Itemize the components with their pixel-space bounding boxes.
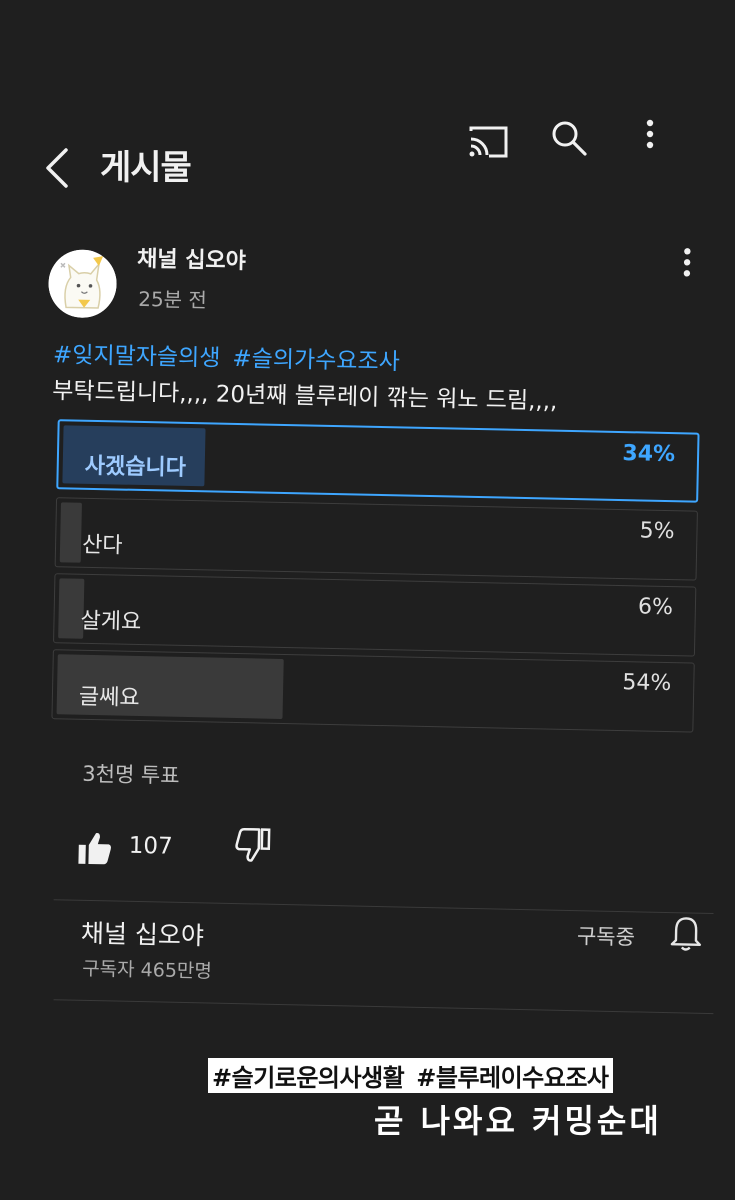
poll-option-label: 살게요 [80,608,142,636]
poll-option-label: 산다 [81,532,123,559]
caption-hashtags: #슬기로운의사생활 #블루레이수요조사 [208,1058,613,1093]
poll-option-label: 사겠습니다 [84,453,187,481]
post-more-button[interactable] [671,242,704,283]
thumbs-up-icon [78,832,112,865]
subscriber-count: 구독자 465만명 [81,957,213,983]
channel-avatar[interactable] [47,248,118,319]
cat-mascot-icon [47,248,118,319]
post-hashtags: #잊지말자슬의생 #슬의가수요조사 [53,335,412,377]
like-count: 107 [128,832,173,860]
caption-text: 곧 나와요 커밍순대 [374,1102,662,1140]
poll-option-percent: 5% [639,518,675,545]
poll-option-percent: 54% [622,670,672,697]
bell-icon [670,917,702,951]
caption-hashtag: #슬기로운의사생활 [212,1064,405,1092]
divider [53,899,714,915]
thumbs-down-icon [235,827,271,862]
poll-option-1[interactable]: 사겠습니다 34% [56,419,700,503]
caption-hashtag: #블루레이수요조사 [416,1064,609,1092]
more-vertical-icon [683,248,691,277]
hashtag-link[interactable]: #잊지말자슬의생 [53,342,221,372]
poll-option-percent: 6% [637,594,674,621]
poll-vote-count: 3천명 투표 [82,761,180,788]
poll-option-2[interactable]: 산다 5% [54,497,698,581]
poll-option-4[interactable]: 글쎄요 54% [51,649,695,733]
divider [53,999,714,1015]
poll-option-percent: 34% [622,441,676,468]
poll-bar [59,502,82,563]
community-post: 채널 십오야 25분 전 #잊지말자슬의생 #슬의가수요조사 부탁드립니다,,,,… [0,0,735,1037]
hashtag-link[interactable]: #슬의가수요조사 [232,346,400,376]
post-timestamp: 25분 전 [138,286,208,313]
post-channel-name[interactable]: 채널 십오야 [137,241,247,275]
poll-option-label: 글쎄요 [78,684,140,711]
like-button[interactable] [74,826,115,871]
post-body-text: 부탁드립니다,,,, 20년째 블루레이 깎는 워노 드림,,,, [52,378,558,415]
poll-option-3[interactable]: 살게요 6% [53,573,697,657]
notification-bell-button[interactable] [667,912,706,955]
dislike-button[interactable] [232,823,273,868]
subscription-channel-name[interactable]: 채널 십오야 [81,914,205,953]
subscribed-button[interactable]: 구독중 [577,920,636,951]
